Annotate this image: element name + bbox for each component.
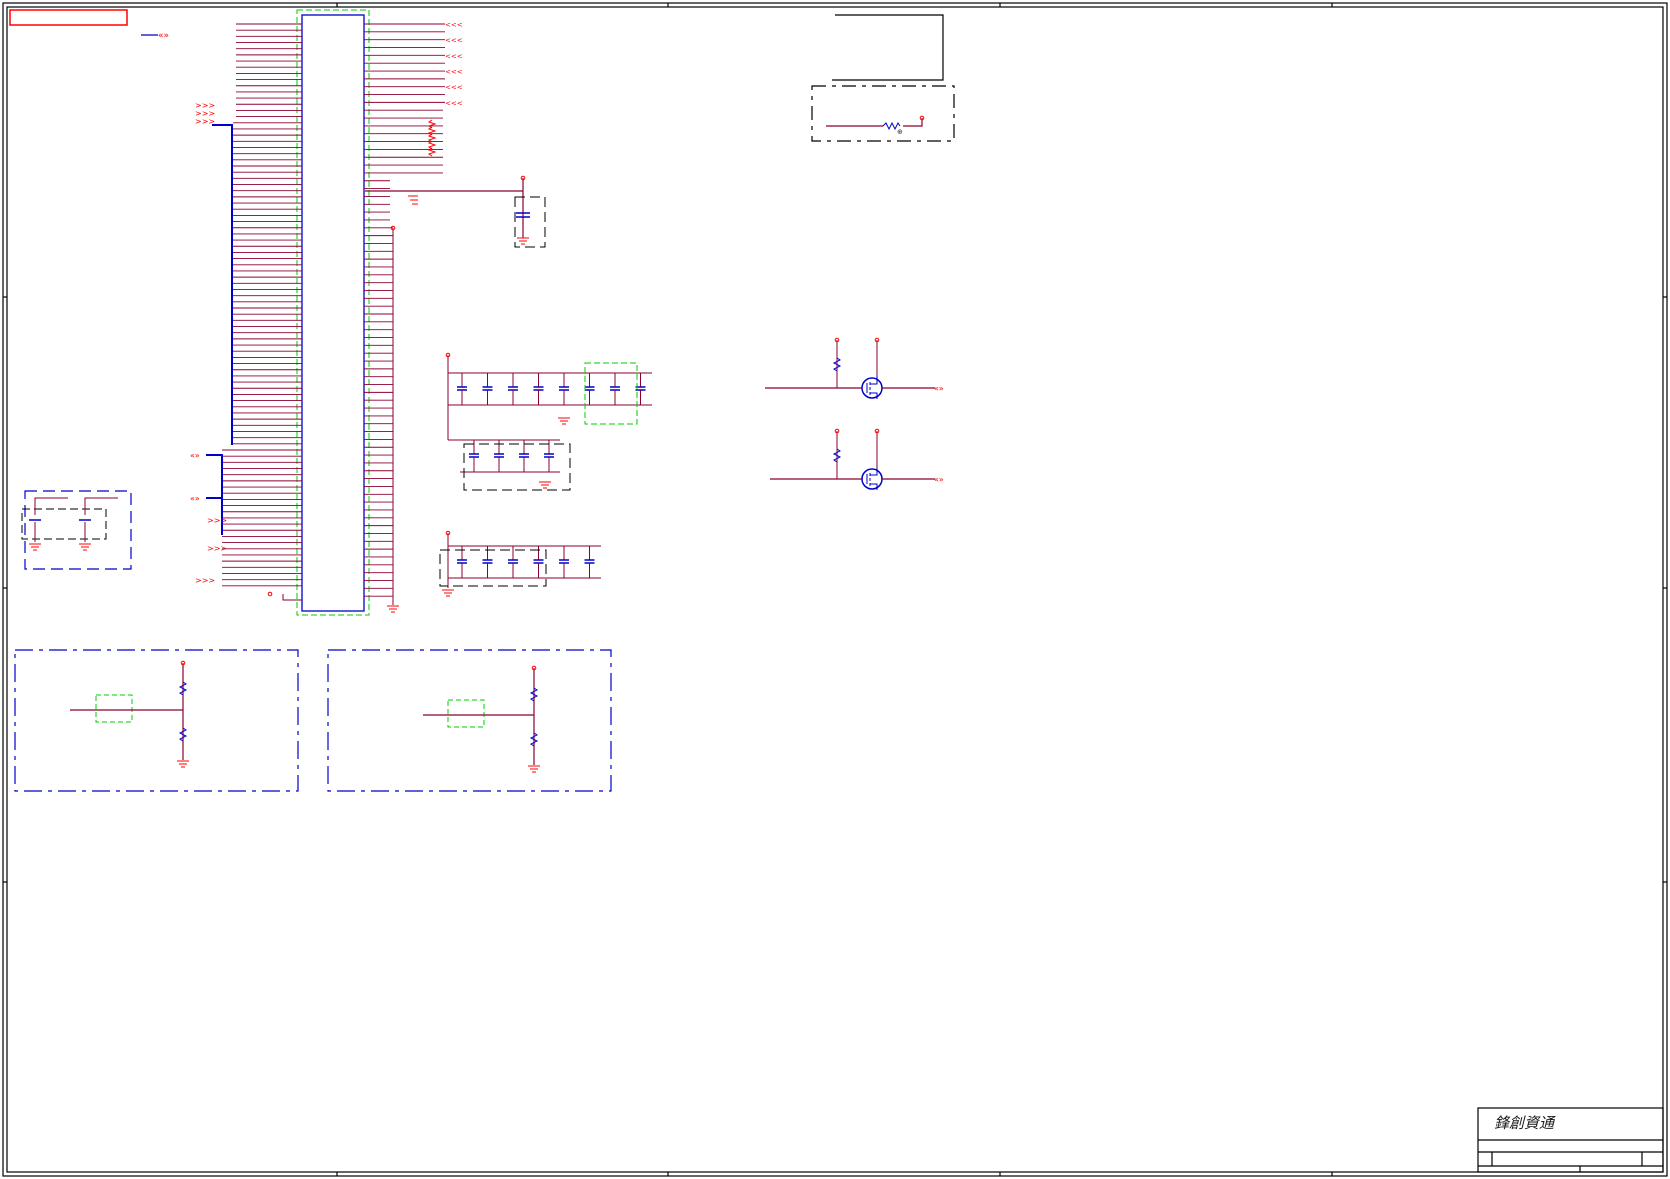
net-arrow-icon: >>>: [195, 117, 215, 126]
cap-group-box: [463, 443, 571, 491]
divider-circuit-1: [14, 649, 299, 792]
ground-icon: [539, 481, 551, 489]
main-ic: >>>>>>>>>>>>>>>>>>«»«»<<<<<<<<<<<<<<<<<<: [190, 9, 463, 616]
ground-icon: [558, 417, 570, 425]
cap-row-3: [439, 530, 601, 597]
svg-text:⊕: ⊕: [897, 128, 903, 136]
ic-pin-left: [282, 594, 302, 601]
net-arrow-icon: <<<: [445, 21, 463, 29]
cap-row-1: [445, 352, 652, 440]
ic-body: [301, 14, 365, 612]
mosfet-switches: «» «»: [765, 337, 944, 490]
net-arrow-icon: >>>: [207, 516, 227, 525]
net-arrow-icon: «»: [190, 494, 200, 503]
mosfet-icon: [866, 467, 878, 490]
net-arrow-icon: [427, 133, 437, 143]
net-arrow-icon: <<<: [445, 68, 463, 76]
net-arrow-icon: [427, 140, 437, 150]
mosfet-icon: [861, 377, 883, 399]
net-arrow-icon: «»: [934, 384, 944, 393]
mosfet-icon: [861, 468, 883, 490]
schematic-sheet: «» >>>>>>>>>>>>>>>>>>«»«»<<<<<<<<<<<<<<<…: [2, 2, 1668, 1177]
cap-group-box: [584, 362, 638, 425]
mosfet-switch: «»: [770, 428, 944, 490]
left-cap-box: [21, 490, 132, 570]
net-arrow-icon: <<<: [445, 52, 463, 60]
net-arrow-icon: <<<: [445, 99, 463, 107]
net-arrow-icon: «»: [190, 451, 200, 460]
ground-icon: [387, 605, 399, 613]
decoupling-caps: [439, 352, 652, 597]
divider-circuit-2: [327, 649, 612, 792]
net-arrow-icon: >>>: [195, 576, 215, 585]
bus-line: [212, 124, 233, 445]
power-pin: [267, 591, 273, 597]
ic-outline-box: [296, 9, 370, 616]
net-arrow-icon: [427, 119, 437, 129]
net-arrow-icon: <<<: [445, 37, 463, 45]
ground-icon: [442, 589, 454, 597]
net-arrow-icon: «»: [158, 31, 169, 41]
sheet-label-box: [9, 9, 128, 26]
net-arrow-icon: «»: [934, 475, 944, 484]
mosfet-icon: [866, 376, 878, 399]
cap-group-box: [439, 549, 547, 587]
cap-row-2: [448, 439, 571, 491]
top-block: ⊕: [811, 14, 955, 142]
bulk-cap-block: [365, 175, 546, 248]
company-name: 鋒創資通: [1494, 1114, 1556, 1132]
net-arrow-icon: >>>: [207, 544, 227, 553]
mosfet-switch: «»: [765, 337, 944, 399]
sheet-frame: [2, 2, 1668, 1177]
net-arrow-icon: <<<: [445, 84, 463, 92]
